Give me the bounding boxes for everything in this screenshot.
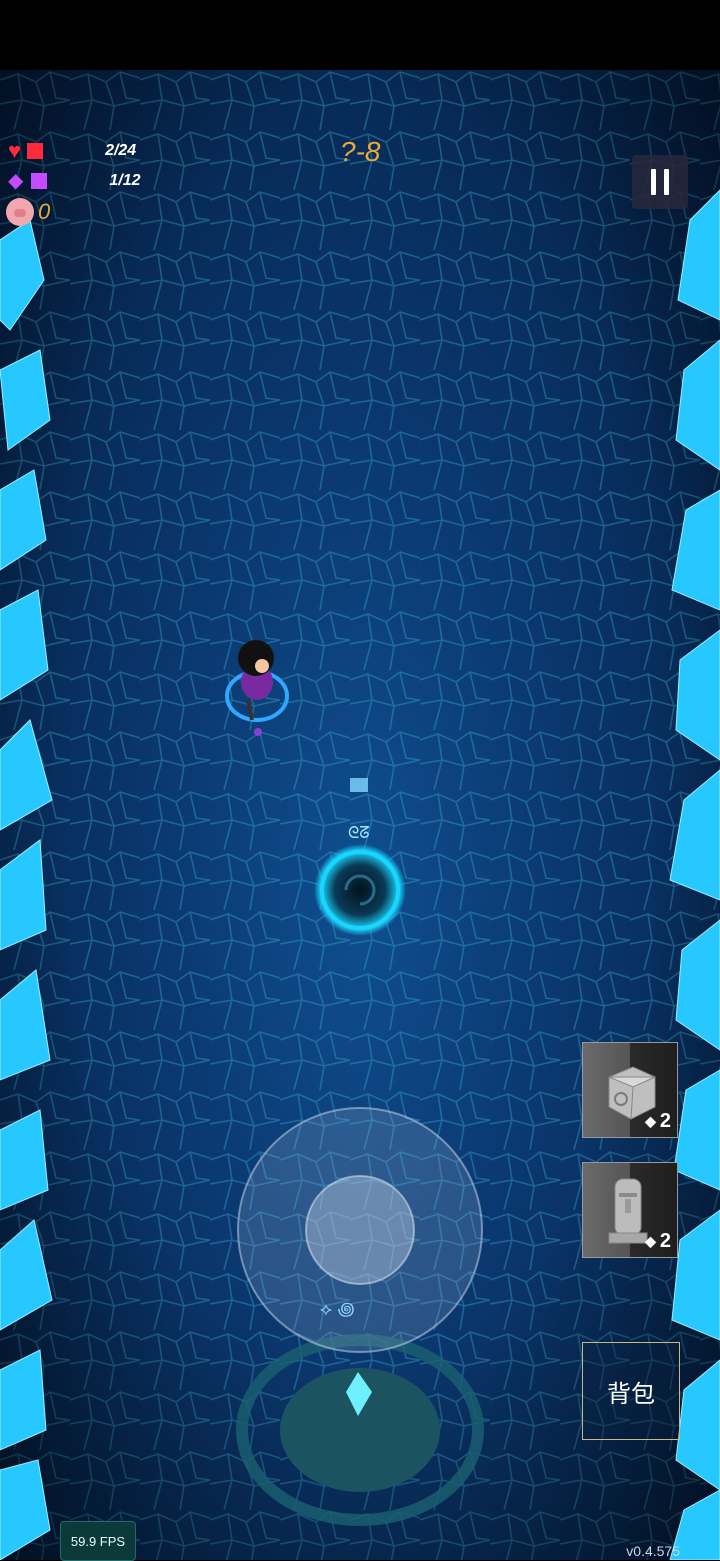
- mana-block-icon: [31, 173, 48, 189]
- pig-icon: [6, 198, 34, 226]
- level-indicator: ?-8: [340, 136, 381, 167]
- version-label: v0.4.575: [626, 1543, 680, 1559]
- diamond-icon: ◆: [645, 1233, 656, 1249]
- virtual-joystick[interactable]: ⟡ ꩜: [237, 1107, 483, 1353]
- game-scene[interactable]: ᘓᘔ ⟡ ꩜: [0, 70, 720, 1560]
- gold-row: 0: [6, 198, 50, 226]
- mana-gem-icon: ◆: [8, 170, 24, 192]
- fps-counter: 59.9 FPS: [60, 1521, 136, 1561]
- item-slot-rune-cube[interactable]: ◆ 2: [582, 1042, 678, 1138]
- item-slot-moai-statue[interactable]: ◆ 2: [582, 1162, 678, 1258]
- item-count-value: 2: [659, 1230, 671, 1252]
- svg-text:ᘓᘔ: ᘓᘔ: [348, 823, 370, 842]
- hp-row: ♥ 2/24: [8, 140, 136, 162]
- status-bar: [0, 0, 720, 70]
- item-count: ◆ 2: [645, 1230, 671, 1253]
- item-count: ◆ 2: [645, 1110, 671, 1133]
- pause-icon-bar: [664, 169, 669, 195]
- cave-floor: ᘓᘔ ⟡ ꩜: [0, 70, 720, 1560]
- pause-icon: [651, 169, 656, 195]
- diamond-icon: ◆: [645, 1113, 656, 1129]
- hp-block-icon: [27, 143, 44, 159]
- svg-text:⟡ ꩜: ⟡ ꩜: [320, 1299, 355, 1320]
- heart-icon: ♥: [8, 138, 22, 163]
- gold-value: 0: [38, 199, 51, 224]
- bag-button[interactable]: 背包: [582, 1342, 680, 1440]
- mana-value: 1/12: [109, 172, 141, 189]
- item-count-value: 2: [659, 1110, 671, 1132]
- pause-button[interactable]: [632, 155, 688, 209]
- hp-value: 2/24: [105, 142, 137, 159]
- mana-row: ◆ 1/12: [8, 171, 141, 191]
